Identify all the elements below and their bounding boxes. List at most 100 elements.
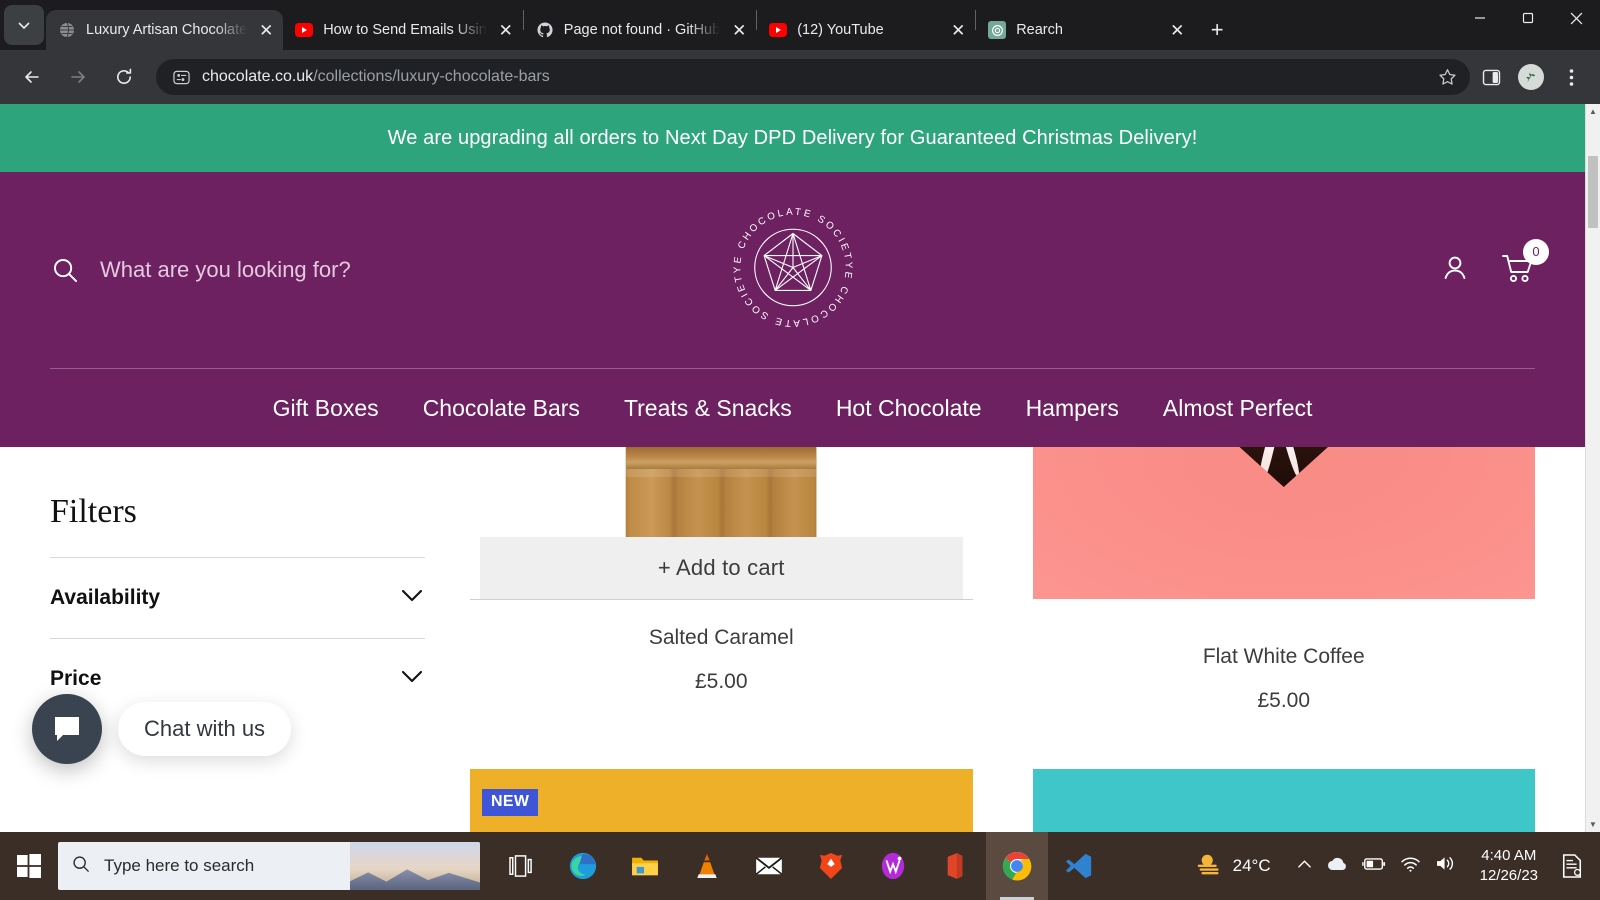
back-icon[interactable] bbox=[15, 60, 49, 94]
profile-avatar-icon[interactable] bbox=[1512, 58, 1550, 96]
bookmark-star-icon[interactable] bbox=[1432, 62, 1462, 92]
scroll-down-arrow-icon[interactable]: ▼ bbox=[1586, 817, 1600, 832]
product-card[interactable]: Flat White Coffee £5.00 bbox=[1033, 447, 1536, 713]
taskbar-search-input[interactable]: Type here to search bbox=[58, 842, 480, 890]
mail-icon[interactable] bbox=[738, 832, 800, 900]
battery-icon[interactable] bbox=[1362, 857, 1386, 876]
nav-item-hampers[interactable]: Hampers bbox=[1004, 395, 1141, 422]
tab-strip: Luxury Artisan Chocolate ✕ How to Send E… bbox=[0, 0, 1600, 50]
chevron-down-icon bbox=[401, 589, 423, 607]
nav-item-treats-and-snacks[interactable]: Treats & Snacks bbox=[602, 395, 814, 422]
nav-item-hot-chocolate[interactable]: Hot Chocolate bbox=[814, 395, 1004, 422]
browser-tab-1[interactable]: Luxury Artisan Chocolate ✕ bbox=[46, 10, 283, 50]
product-image[interactable]: + Add to cart bbox=[470, 447, 973, 599]
chrome-menu-icon[interactable] bbox=[1552, 58, 1590, 96]
tab-title: Luxury Artisan Chocolate bbox=[86, 22, 247, 38]
chat-prompt-label[interactable]: Chat with us bbox=[118, 702, 291, 756]
weather-widget[interactable]: 24°C bbox=[1190, 852, 1285, 881]
task-view-icon[interactable] bbox=[490, 832, 552, 900]
browser-tab-5[interactable]: Rearch ✕ bbox=[976, 10, 1194, 50]
product-card[interactable] bbox=[1033, 769, 1536, 832]
volume-icon[interactable] bbox=[1435, 855, 1456, 877]
new-tab-button[interactable]: + bbox=[1200, 13, 1234, 47]
status-badge: NEW bbox=[482, 789, 538, 816]
forward-icon[interactable] bbox=[61, 60, 95, 94]
reload-icon[interactable] bbox=[107, 60, 141, 94]
office-icon[interactable] bbox=[924, 832, 986, 900]
window-maximize-button[interactable] bbox=[1504, 0, 1552, 36]
window-close-button[interactable] bbox=[1552, 0, 1600, 36]
scroll-up-arrow-icon[interactable]: ▲ bbox=[1586, 104, 1600, 119]
product-price: £5.00 bbox=[470, 670, 973, 694]
action-center-icon[interactable] bbox=[1550, 832, 1594, 900]
window-minimize-button[interactable] bbox=[1456, 0, 1504, 36]
search-placeholder: What are you looking for? bbox=[100, 257, 351, 283]
person-icon[interactable] bbox=[1439, 252, 1471, 289]
shopping-cart-icon[interactable]: 0 bbox=[1501, 252, 1535, 289]
product-image[interactable] bbox=[1033, 447, 1536, 599]
onedrive-cloud-icon[interactable] bbox=[1326, 856, 1348, 877]
browser-tab-4[interactable]: (12) YouTube ✕ bbox=[757, 10, 975, 50]
google-chrome-icon[interactable] bbox=[986, 832, 1048, 900]
wifi-icon[interactable] bbox=[1400, 856, 1421, 877]
browser-tab-2[interactable]: How to Send Emails Usin ✕ bbox=[283, 10, 523, 50]
product-image[interactable] bbox=[1033, 769, 1536, 832]
address-bar[interactable]: chocolate.co.uk/collections/luxury-choco… bbox=[156, 59, 1470, 95]
search-icon bbox=[50, 255, 80, 285]
highlight bbox=[1255, 447, 1279, 487]
show-hidden-icons-chevron[interactable] bbox=[1297, 857, 1312, 875]
tab-title: Rearch bbox=[1016, 22, 1158, 38]
filter-group-availability[interactable]: Availability bbox=[50, 558, 425, 638]
tab-close-button[interactable]: ✕ bbox=[253, 17, 279, 43]
page-scrollbar[interactable]: ▲ ▼ bbox=[1585, 104, 1600, 832]
nav-item-almost-perfect[interactable]: Almost Perfect bbox=[1141, 395, 1335, 422]
chevron-down-icon bbox=[16, 17, 32, 33]
tab-close-button[interactable]: ✕ bbox=[1164, 17, 1190, 43]
product-name[interactable]: Flat White Coffee bbox=[1033, 645, 1536, 669]
svg-text:THE CHOCOLATE SOCIETY ·: THE CHOCOLATE SOCIETY · bbox=[725, 200, 854, 271]
url-path: /collections/luxury-chocolate-bars bbox=[313, 68, 550, 85]
clock[interactable]: 4:40 AM 12/26/23 bbox=[1468, 846, 1550, 887]
vs-code-icon[interactable] bbox=[1048, 832, 1110, 900]
microsoft-edge-icon[interactable] bbox=[552, 832, 614, 900]
brave-icon[interactable] bbox=[800, 832, 862, 900]
announcement-bar: We are upgrading all orders to Next Day … bbox=[0, 104, 1585, 172]
scrollbar-thumb[interactable] bbox=[1588, 156, 1598, 228]
product-name[interactable]: Salted Caramel bbox=[470, 626, 973, 650]
header-top-row: What are you looking for? THE CHOCOLATE … bbox=[50, 172, 1535, 368]
page-content: We are upgrading all orders to Next Day … bbox=[0, 104, 1585, 832]
product-card[interactable]: + Add to cart Salted Caramel £5.00 bbox=[470, 447, 973, 713]
file-explorer-icon[interactable] bbox=[614, 832, 676, 900]
site-header: What are you looking for? THE CHOCOLATE … bbox=[0, 172, 1585, 447]
browser-tab-3[interactable]: Page not found · GitHub ✕ bbox=[524, 10, 756, 50]
vlc-icon[interactable] bbox=[676, 832, 738, 900]
url-domain: chocolate.co.uk bbox=[202, 68, 313, 85]
clock-date: 12/26/23 bbox=[1480, 866, 1538, 886]
site-logo[interactable]: THE CHOCOLATE SOCIETY · THE CHOCOLATE SO… bbox=[725, 200, 861, 341]
search-input[interactable]: What are you looking for? bbox=[50, 255, 351, 285]
tab-close-button[interactable]: ✕ bbox=[726, 17, 752, 43]
tab-title: How to Send Emails Usin bbox=[323, 22, 487, 38]
system-tray bbox=[1285, 855, 1468, 877]
nav-item-chocolate-bars[interactable]: Chocolate Bars bbox=[401, 395, 602, 422]
youtube-icon bbox=[295, 21, 313, 39]
side-panel-icon[interactable] bbox=[1472, 58, 1510, 96]
product-card[interactable]: NEW bbox=[470, 769, 973, 832]
start-icon[interactable] bbox=[0, 832, 58, 900]
tab-close-button[interactable]: ✕ bbox=[493, 17, 519, 43]
globe-icon bbox=[58, 21, 76, 39]
wondershare-icon[interactable] bbox=[862, 832, 924, 900]
chat-bubble-icon[interactable] bbox=[32, 694, 102, 764]
add-to-cart-button[interactable]: + Add to cart bbox=[480, 537, 963, 599]
site-info-icon[interactable] bbox=[170, 66, 192, 88]
search-highlight-thumbnail bbox=[350, 842, 480, 890]
weather-temperature: 24°C bbox=[1233, 856, 1271, 876]
browser-window: Luxury Artisan Chocolate ✕ How to Send E… bbox=[0, 0, 1600, 900]
tab-search-button[interactable] bbox=[4, 5, 44, 45]
tab-close-button[interactable]: ✕ bbox=[945, 17, 971, 43]
nav-item-gift-boxes[interactable]: Gift Boxes bbox=[251, 395, 401, 422]
window-controls bbox=[1456, 0, 1600, 50]
highlight bbox=[1279, 447, 1302, 479]
product-image[interactable]: NEW bbox=[470, 769, 973, 832]
browser-toolbar: chocolate.co.uk/collections/luxury-choco… bbox=[0, 50, 1600, 104]
